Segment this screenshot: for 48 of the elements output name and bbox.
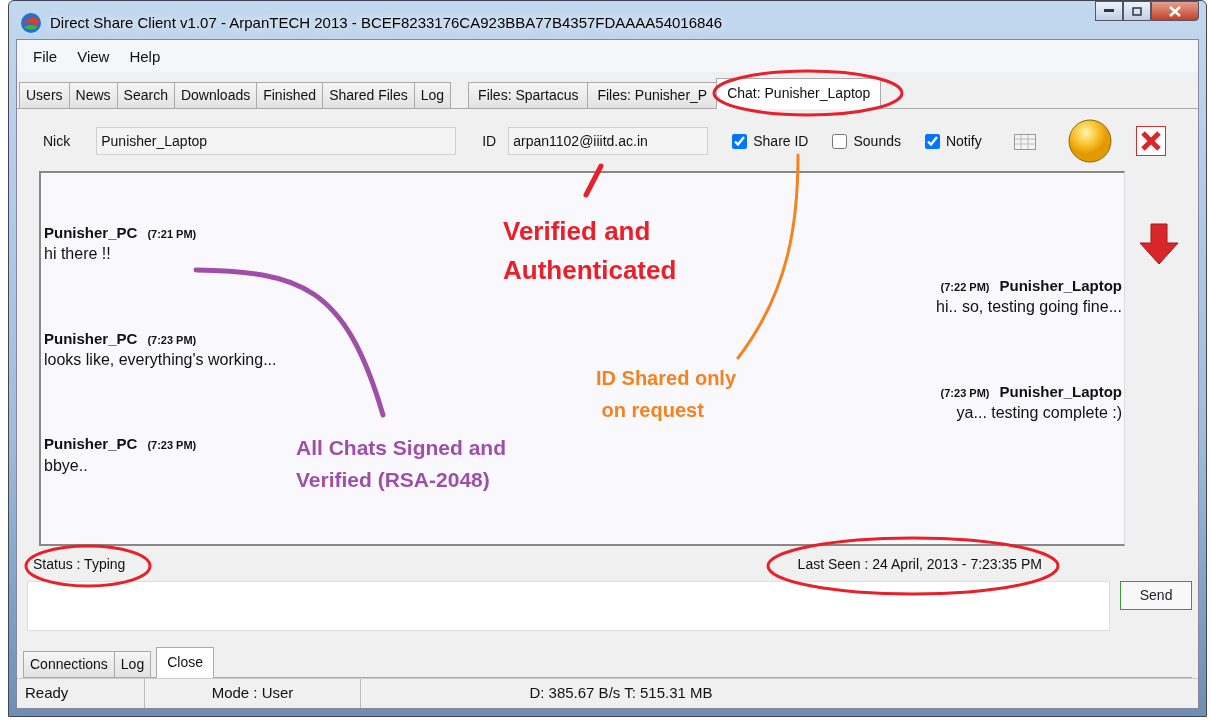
message-text: looks like, everything's working... (44, 349, 278, 370)
message-time: (7:23 PM) (147, 332, 197, 348)
tab[interactable]: Shared Files (322, 82, 415, 108)
message-time: (7:23 PM) (940, 385, 990, 401)
tab[interactable]: Chat: Punisher_Laptop (716, 78, 882, 109)
tab[interactable]: Downloads (173, 82, 258, 108)
tab[interactable]: Search (116, 82, 175, 108)
tab[interactable]: Connections (23, 651, 115, 677)
menu-item[interactable]: File (25, 45, 66, 68)
tab[interactable]: Finished (256, 82, 324, 108)
last-seen-text: Last Seen : 24 April, 2013 - 7:23:35 PM (797, 555, 1042, 574)
message-text: ya... testing complete :) (956, 402, 1122, 423)
nick-field[interactable]: Punisher_Laptop (96, 127, 457, 155)
annotation-text: All Chats Signed and Verified (RSA-2048) (296, 435, 507, 493)
status-bar-text: D: 385.67 B/s T: 515.31 MB (528, 683, 714, 704)
message-author: Punisher_Laptop (999, 381, 1122, 402)
status-bar-text: Mode : User (145, 679, 361, 708)
annotation-text: Verified and Authenticated (503, 215, 677, 287)
id-label: ID (482, 131, 497, 151)
message-author: Punisher_PC (44, 223, 138, 243)
message-time: (7:21 PM) (147, 227, 197, 242)
message-text: hi there !! (44, 244, 112, 265)
message-author: Punisher_Laptop (999, 275, 1122, 296)
tab[interactable]: Files: Punisher_P (587, 82, 718, 108)
tab[interactable]: Files: Spartacus (468, 82, 589, 108)
tab[interactable]: Log (113, 651, 152, 677)
tab[interactable]: Close (156, 647, 214, 678)
status-text: Status : Typing (33, 555, 126, 574)
menu-item[interactable]: Help (121, 45, 169, 68)
send-button[interactable]: Send (1120, 581, 1192, 610)
menu-item[interactable]: View (69, 45, 118, 68)
message-time: (7:22 PM) (940, 279, 990, 295)
tab[interactable]: Users (19, 82, 70, 108)
option-checkbox[interactable]: Notify (924, 130, 982, 152)
message-author: Punisher_PC (44, 328, 138, 349)
option-checkbox[interactable]: Sounds (832, 130, 901, 152)
annotation-text: ID Shared only on request (596, 366, 737, 423)
tab[interactable]: Log (413, 82, 452, 108)
message-author: Punisher_PC (44, 434, 138, 455)
tab[interactable]: News (68, 82, 118, 108)
message-time: (7:23 PM) (147, 438, 197, 454)
window-title: Direct Share Client v1.07 - ArpanTECH 2013 - BCEF8233176CA923BBA77B4357FDAAAA54016846 (50, 12, 723, 33)
option-checkbox[interactable]: Share ID (732, 130, 809, 152)
id-field[interactable]: arpan1102@iiitd.ac.in (508, 127, 709, 155)
nick-label: Nick (43, 131, 71, 151)
status-bar-text: Ready (17, 679, 145, 708)
message-text: hi.. so, testing going fine... (936, 297, 1122, 318)
message-text: bbye.. (44, 455, 89, 476)
